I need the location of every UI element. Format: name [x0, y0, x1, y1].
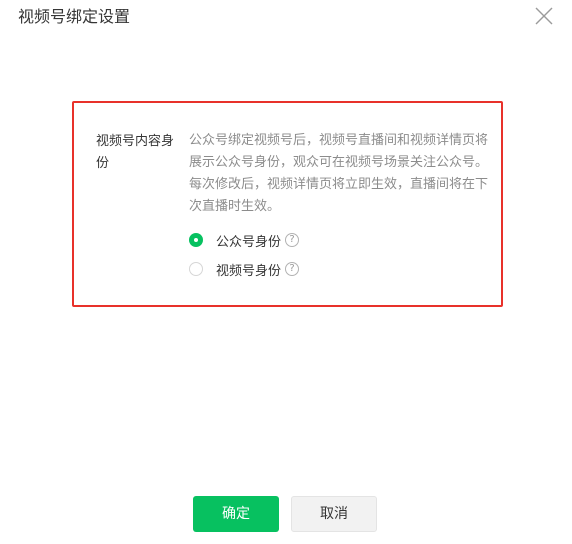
radio-unchecked-icon[interactable]	[189, 262, 203, 276]
identity-radio-group: 公众号身份 ? 视频号身份 ?	[189, 229, 489, 280]
content-identity-description: 公众号绑定视频号后，视频号直播间和视频详情页将展示公众号身份，观众可在视频号场景…	[189, 133, 489, 214]
dialog-title: 视频号绑定设置	[18, 7, 131, 26]
content-identity-body: 公众号绑定视频号后，视频号直播间和视频详情页将展示公众号身份，观众可在视频号场景…	[189, 130, 489, 287]
help-icon[interactable]: ?	[285, 233, 300, 247]
option-label: 视频号身份	[216, 263, 282, 279]
option-channels-identity[interactable]: 视频号身份 ?	[189, 258, 489, 280]
cancel-button[interactable]: 取消	[291, 496, 377, 532]
content-identity-section: 视频号内容身份 公众号绑定视频号后，视频号直播间和视频详情页将展示公众号身份，观…	[72, 101, 503, 307]
content-identity-label: 视频号内容身份	[96, 134, 175, 171]
option-official-account-identity[interactable]: 公众号身份 ?	[189, 229, 489, 251]
close-icon	[535, 7, 553, 25]
confirm-button[interactable]: 确定	[193, 496, 279, 532]
bind-settings-dialog: 视频号绑定设置 视频号内容身份 公众号绑定视频号后，视频号直播间和视频详情页将展…	[0, 0, 572, 544]
option-label: 公众号身份	[216, 234, 282, 250]
close-button[interactable]	[532, 4, 556, 28]
radio-checked-icon[interactable]	[189, 233, 203, 247]
help-icon[interactable]: ?	[285, 262, 300, 276]
